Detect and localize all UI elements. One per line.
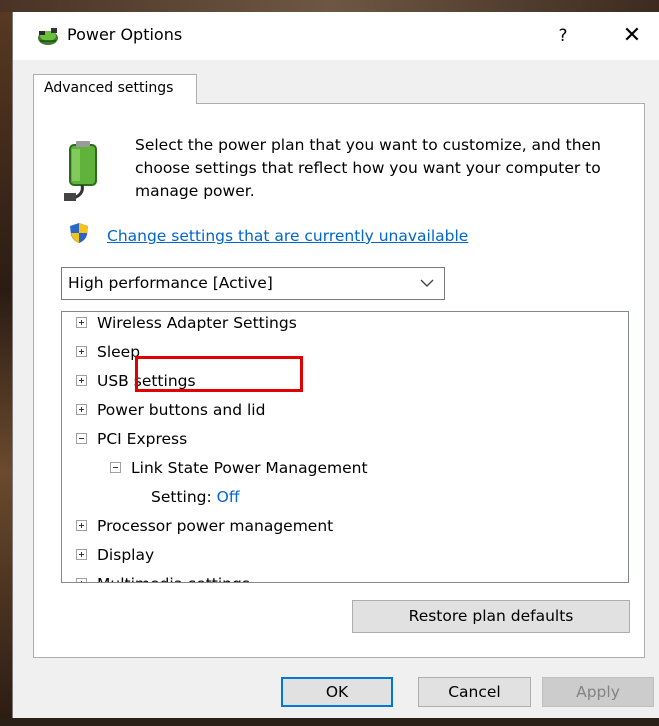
tree-item-link-state-power-management[interactable]: Link State Power Management	[110, 454, 368, 483]
desktop-background-bottom	[0, 718, 659, 726]
tree-item-label: Display	[97, 546, 155, 564]
collapse-icon[interactable]	[110, 462, 121, 473]
expand-icon[interactable]	[76, 404, 87, 415]
uac-shield-icon	[70, 223, 88, 243]
expand-icon[interactable]	[76, 317, 87, 328]
close-button[interactable]: ✕	[612, 21, 652, 51]
tree-item-label: Multimedia settings	[97, 575, 250, 582]
tree-item-wireless-adapter[interactable]: Wireless Adapter Settings	[76, 312, 297, 338]
tree-item-label: Sleep	[97, 343, 141, 361]
expand-icon[interactable]	[76, 375, 87, 386]
tree-item-setting[interactable]: Setting: Off	[151, 483, 240, 512]
power-options-dialog: Power Options ? ✕ Advanced settings Sele…	[12, 12, 659, 718]
apply-button[interactable]: Apply	[542, 677, 654, 707]
tree-item-label: Power buttons and lid	[97, 401, 266, 419]
collapse-icon[interactable]	[76, 433, 87, 444]
tree-item-processor-power-management[interactable]: Processor power management	[76, 512, 333, 541]
setting-highlight-box	[135, 356, 303, 392]
tree-item-pci-express[interactable]: PCI Express	[76, 425, 187, 454]
change-unavailable-settings-link[interactable]: Change settings that are currently unava…	[107, 227, 468, 245]
setting-value[interactable]: Off	[217, 488, 240, 506]
title-bar[interactable]: Power Options ? ✕	[13, 12, 659, 60]
power-plan-selected: High performance [Active]	[68, 274, 273, 292]
tab-advanced-settings[interactable]: Advanced settings	[33, 74, 197, 104]
window-title: Power Options	[67, 25, 183, 44]
settings-panel: Select the power plan that you want to c…	[33, 103, 645, 658]
tree-item-label: Link State Power Management	[131, 459, 368, 477]
tree-item-label: PCI Express	[97, 430, 188, 448]
power-options-icon	[38, 28, 58, 45]
tree-item-power-buttons-lid[interactable]: Power buttons and lid	[76, 396, 265, 425]
expand-icon[interactable]	[76, 549, 87, 560]
expand-icon[interactable]	[76, 578, 87, 582]
battery-power-icon	[64, 141, 97, 201]
tree-item-multimedia-settings[interactable]: Multimedia settings	[76, 570, 250, 582]
power-plan-dropdown[interactable]: High performance [Active]	[61, 267, 445, 300]
tree-item-label: Processor power management	[97, 517, 334, 535]
description-text: Select the power plan that you want to c…	[135, 136, 601, 200]
cancel-button[interactable]: Cancel	[418, 677, 531, 707]
tree-item-label: Wireless Adapter Settings	[97, 314, 297, 332]
expand-icon[interactable]	[76, 346, 87, 357]
tree-item-display[interactable]: Display	[76, 541, 154, 570]
tree-item-sleep[interactable]: Sleep	[76, 338, 140, 367]
ok-button[interactable]: OK	[281, 677, 393, 707]
desktop-background-top	[0, 0, 659, 12]
restore-plan-defaults-button[interactable]: Restore plan defaults	[352, 600, 630, 633]
setting-label: Setting:	[151, 488, 212, 506]
chevron-down-icon	[420, 279, 434, 287]
settings-tree[interactable]: Wireless Adapter Settings Sleep USB sett…	[61, 311, 629, 583]
help-button[interactable]: ?	[548, 21, 578, 51]
expand-icon[interactable]	[76, 520, 87, 531]
